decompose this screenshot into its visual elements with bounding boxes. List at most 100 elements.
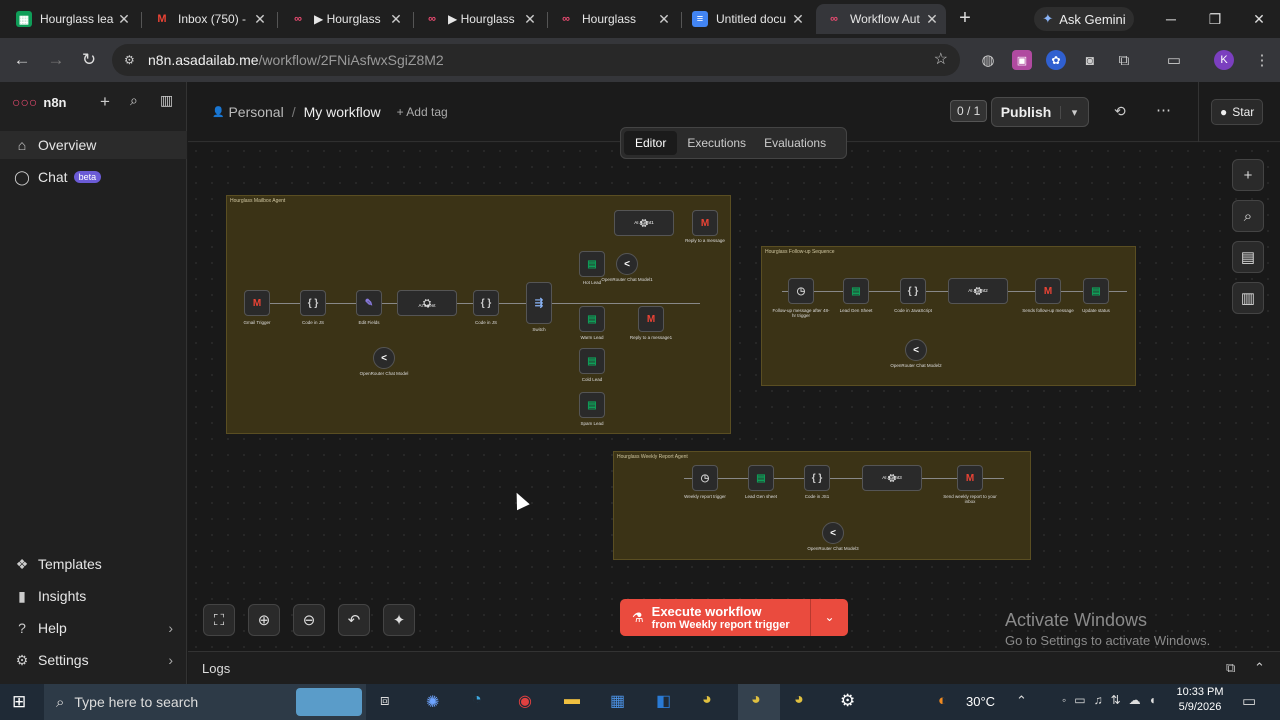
browser-tab[interactable]: ▦ Hourglass lea ✕ [6, 4, 138, 34]
add-icon[interactable]: + [100, 92, 110, 112]
publish-button[interactable]: Publish [992, 104, 1060, 120]
minimize-button[interactable]: ─ [1156, 8, 1186, 30]
chevron-up-icon[interactable]: ⌃ [1016, 693, 1027, 709]
new-tab-button[interactable]: + [954, 6, 976, 30]
gmail-node[interactable]: M [1035, 278, 1061, 304]
edge-icon[interactable]: ◔ [472, 691, 482, 709]
sheets-node[interactable]: ▤ [579, 306, 605, 332]
logs-panel[interactable]: Logs ⧉ ⌃ [188, 651, 1280, 685]
gmail-trigger-node[interactable]: M [244, 290, 270, 316]
sidebar-item-overview[interactable]: ⌂ Overview [0, 131, 187, 159]
code-node[interactable]: { } [300, 290, 326, 316]
close-icon[interactable]: ✕ [922, 11, 942, 28]
gmail-node[interactable]: M [692, 210, 718, 236]
more-menu-icon[interactable]: ⋮ [1252, 50, 1272, 70]
close-icon[interactable]: ✕ [386, 11, 406, 28]
ask-gemini-button[interactable]: ✦ Ask Gemini [1034, 7, 1134, 31]
workflow-name[interactable]: My workflow [304, 104, 381, 120]
openrouter-model-node[interactable]: < [905, 339, 927, 361]
sidebar-item-templates[interactable]: ❖ Templates [0, 550, 187, 578]
gmail-node[interactable]: M [638, 306, 664, 332]
sheets-node[interactable]: ▤ [579, 392, 605, 418]
openrouter-model-node[interactable]: < [822, 522, 844, 544]
close-icon[interactable]: ✕ [114, 11, 134, 28]
sidebar-item-help[interactable]: ? Help › [0, 614, 187, 642]
browser-tab[interactable]: ≡ Untitled docu ✕ [682, 4, 812, 34]
sticky-note-followup[interactable]: Hourglass Follow-up Sequence ◷ Follow-up… [761, 246, 1136, 386]
toggle-panel-button[interactable]: ▥ [1232, 282, 1264, 314]
file-explorer-icon[interactable]: ▬ [564, 691, 580, 709]
zoom-in-button[interactable]: ⊕ [248, 604, 280, 636]
undo-button[interactable]: ↶ [338, 604, 370, 636]
search-icon[interactable]: ⌕ [130, 92, 138, 109]
fit-view-button[interactable]: ⛶ [203, 604, 235, 636]
browser-tab[interactable]: ∞ ▶ Hourglass ✕ [414, 4, 544, 34]
close-window-button[interactable]: ✕ [1244, 8, 1274, 30]
sheets-node[interactable]: ▤ [579, 348, 605, 374]
close-icon[interactable]: ✕ [654, 11, 674, 28]
sticky-note-mailbox[interactable]: Hourglass Mailbox Agent M Gmail Trigger … [226, 195, 731, 434]
copilot-icon[interactable]: ✺ [426, 692, 439, 712]
temperature[interactable]: 30°C [966, 694, 995, 709]
code-node[interactable]: { } [804, 465, 830, 491]
openrouter-model-node[interactable]: < [616, 253, 638, 275]
profile-avatar[interactable]: K [1214, 50, 1234, 70]
sheets-node[interactable]: ▤ [1083, 278, 1109, 304]
tray-icons[interactable]: ◦▭♫⇅☁◖ [1062, 693, 1164, 707]
github-star-button[interactable]: ● Star [1211, 99, 1264, 125]
history-icon[interactable]: ⟲ [1114, 103, 1126, 120]
collapse-sidebar-icon[interactable]: ▥ [160, 92, 173, 109]
n8n-logo[interactable]: ○○○ n8n [12, 94, 67, 110]
notifications-icon[interactable]: ▭ [1242, 692, 1256, 710]
back-button[interactable]: ← [8, 46, 36, 74]
address-bar[interactable]: ⚙ n8n.asadailab.me/workflow/2FNiAsfwxSgi… [112, 44, 960, 76]
close-icon[interactable]: ✕ [250, 11, 270, 28]
tab-editor[interactable]: Editor [624, 131, 678, 155]
chevron-up-icon[interactable]: ⌃ [1254, 660, 1265, 676]
browser-tab[interactable]: ∞ ▶ Hourglass ✕ [280, 4, 410, 34]
chrome-icon[interactable]: ◕ [702, 691, 712, 709]
camera-extension-icon[interactable]: ◙ [1080, 50, 1100, 70]
code-node[interactable]: { } [900, 278, 926, 304]
breadcrumb-personal[interactable]: Personal [228, 104, 283, 120]
reload-button[interactable]: ↻ [75, 46, 103, 74]
globe-icon[interactable]: ◍ [978, 50, 998, 70]
sheets-node[interactable]: ▤ [748, 465, 774, 491]
task-view-icon[interactable]: ⧈ [380, 692, 390, 709]
settings-icon[interactable]: ⚙ [840, 691, 855, 711]
code-node[interactable]: { } [473, 290, 499, 316]
tab-evaluations[interactable]: Evaluations [756, 131, 834, 155]
maximize-button[interactable]: ❐ [1200, 8, 1230, 30]
forward-button[interactable]: → [42, 46, 70, 74]
workflow-canvas[interactable]: Editor Executions Evaluations Hourglass … [188, 127, 1280, 651]
search-nodes-button[interactable]: ⌕ [1232, 200, 1264, 232]
openrouter-model-node[interactable]: < [373, 347, 395, 369]
chrome-icon[interactable]: ◕ [794, 691, 804, 709]
more-options-icon[interactable]: ⋯ [1156, 101, 1171, 119]
browser-tab[interactable]: M Inbox (750) - ✕ [144, 4, 274, 34]
edit-fields-node[interactable]: ✎ [356, 290, 382, 316]
taskbar-search-box[interactable]: ⌕ Type here to search [44, 684, 366, 720]
extension-icon[interactable]: ✿ [1046, 50, 1066, 70]
sidebar-item-insights[interactable]: ▮ Insights [0, 582, 187, 610]
zoom-out-button[interactable]: ⊖ [293, 604, 325, 636]
extensions-puzzle-icon[interactable]: ⧉ [1114, 50, 1134, 70]
schedule-trigger-node[interactable]: ◷ [692, 465, 718, 491]
extension-icon[interactable]: ▣ [1012, 50, 1032, 70]
sticky-note-weekly[interactable]: Hourglass Weekly Report Agent ◷ Weekly r… [613, 451, 1031, 560]
execute-workflow-button[interactable]: ⚗ Execute workflow from Weekly report tr… [620, 604, 810, 631]
popout-icon[interactable]: ⧉ [1226, 660, 1235, 676]
close-icon[interactable]: ✕ [520, 11, 540, 28]
sheets-node[interactable]: ▤ [579, 251, 605, 277]
windows-start-icon[interactable]: ⊞ [12, 692, 26, 712]
tab-executions[interactable]: Executions [677, 131, 756, 155]
outlook-icon[interactable]: ◧ [656, 691, 671, 711]
tidy-up-button[interactable]: ✦ [383, 604, 415, 636]
switch-node[interactable]: ⇶ [526, 282, 552, 324]
browser-tab-active[interactable]: ∞ Workflow Aut ✕ [816, 4, 946, 34]
sidebar-item-chat[interactable]: ◯ Chat beta [0, 163, 187, 191]
sidebar-item-settings[interactable]: ⚙ Settings › [0, 646, 187, 674]
app-icon[interactable]: ◉ [518, 691, 532, 711]
sheets-node[interactable]: ▤ [843, 278, 869, 304]
add-node-button[interactable]: + [1232, 159, 1264, 191]
